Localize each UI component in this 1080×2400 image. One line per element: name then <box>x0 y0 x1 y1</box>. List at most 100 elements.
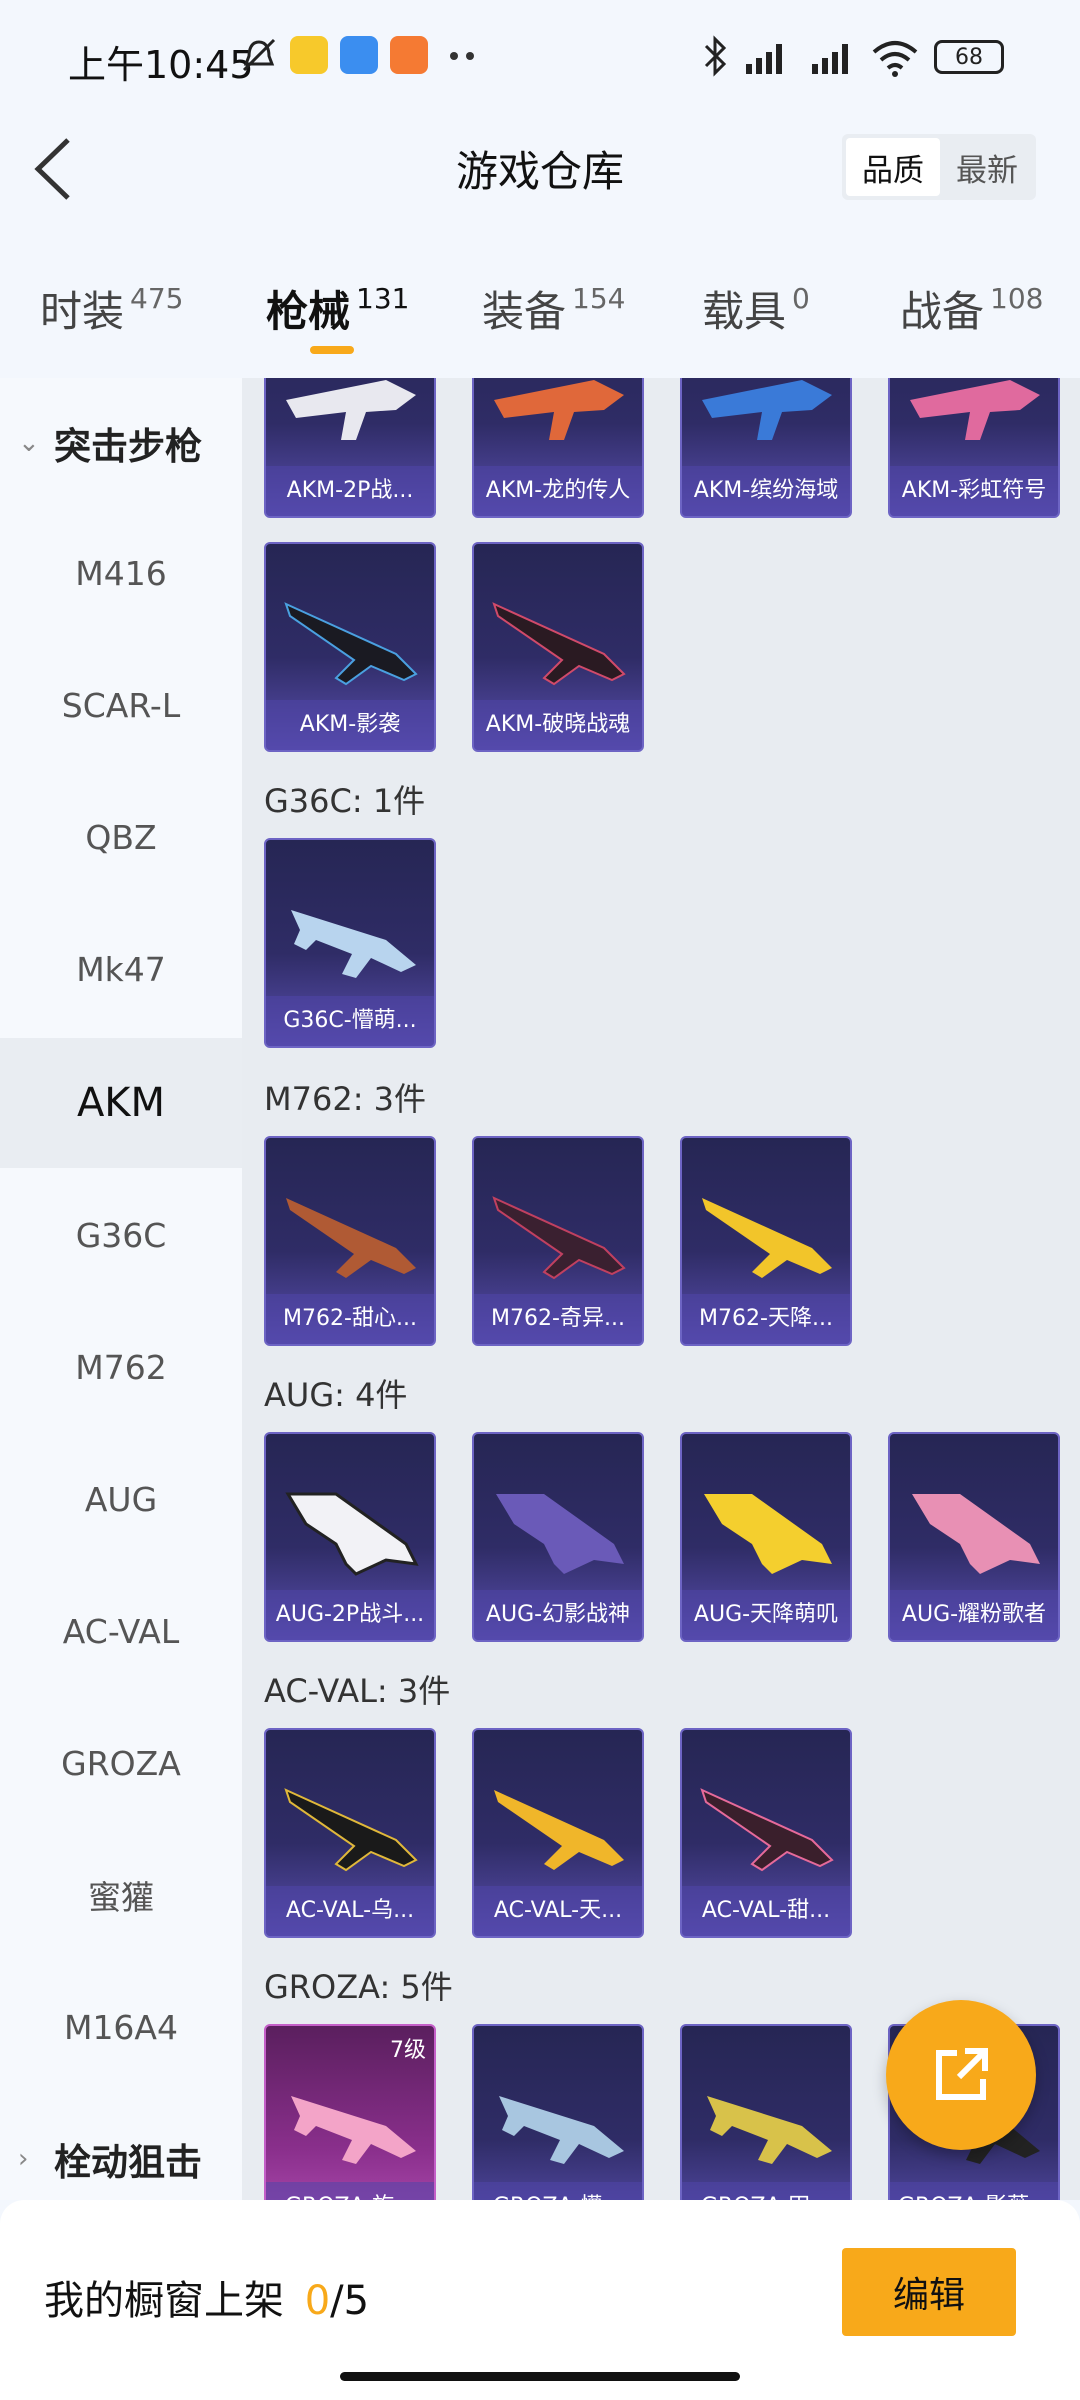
app-icon-yellow <box>290 36 328 74</box>
skin-name: AC-VAL-甜... <box>682 1886 850 1936</box>
weapon-skin-grid: AKM-2P战... AKM-龙的传人 AKM-缤纷海域 AKM-彩虹符号 AK… <box>242 378 1080 2200</box>
skin-card[interactable]: AKM-2P战... <box>264 378 436 518</box>
bell-off-icon <box>242 38 276 72</box>
skin-name: AKM-影袭 <box>266 700 434 750</box>
skin-card[interactable]: 7级 GROZA-旋... <box>264 2024 436 2200</box>
sidebar-category-label: 栓动狙击 <box>54 2141 202 2184</box>
skin-card[interactable]: AC-VAL-天... <box>472 1728 644 1938</box>
bluetooth-icon <box>704 35 727 77</box>
category-tabs: 时装 475 枪械 131 装备 154 载具 0 战备 108 <box>0 258 1080 378</box>
tab-vehicles[interactable]: 载具 0 <box>702 278 810 348</box>
skin-card[interactable]: AKM-彩虹符号 <box>888 378 1060 518</box>
sidebar-item-ac-val[interactable]: AC-VAL <box>0 1566 242 1696</box>
edit-button[interactable]: 编辑 <box>842 2248 1016 2336</box>
skin-name: G36C-懵萌... <box>266 996 434 1046</box>
skin-card[interactable]: AKM-影袭 <box>264 542 436 752</box>
weapon-sidebar: ⌄ 突击步枪 M416 SCAR-L QBZ Mk47 AKM G36C M76… <box>0 378 242 2200</box>
skin-card[interactable]: GROZA-田... <box>680 2024 852 2200</box>
tab-fashion[interactable]: 时装 475 <box>40 278 183 348</box>
gun-image <box>499 2096 624 2164</box>
tab-count: 131 <box>356 282 410 315</box>
sidebar-category-label: 突击步枪 <box>54 425 202 468</box>
tab-firearms[interactable]: 枪械 131 <box>266 278 409 348</box>
section-title-groza: GROZA: 5件 <box>264 1968 453 2006</box>
skin-card[interactable]: AKM-破晓战魂 <box>472 542 644 752</box>
section-title-aug: AUG: 4件 <box>264 1376 408 1414</box>
battery-level: 68 <box>955 44 983 70</box>
gun-image <box>284 1788 418 1872</box>
sort-quality-button[interactable]: 品质 <box>846 138 940 196</box>
skin-card[interactable]: AUG-天降萌叽 <box>680 1432 852 1642</box>
skin-name: GROZA-影薇... <box>890 2182 1058 2200</box>
tab-count: 154 <box>572 282 626 315</box>
sidebar-item-m762[interactable]: M762 <box>0 1302 242 1432</box>
skin-name: AKM-龙的传人 <box>474 466 642 516</box>
chevron-right-icon: › <box>18 2144 29 2174</box>
battery-icon: 68 <box>934 40 1004 74</box>
showcase-count: 0 <box>304 2278 331 2324</box>
sort-latest-button[interactable]: 最新 <box>942 138 1032 196</box>
gun-image <box>494 1790 624 1870</box>
sidebar-item-qbz[interactable]: QBZ <box>0 772 242 902</box>
sidebar-item-honey-badger[interactable]: 蜜獾 <box>0 1830 242 1960</box>
sidebar-item-akm[interactable]: AKM <box>0 1038 242 1168</box>
sidebar-item-mk47[interactable]: Mk47 <box>0 904 242 1034</box>
home-indicator[interactable] <box>340 2372 740 2381</box>
tab-label: 时装 <box>40 287 125 336</box>
gun-image <box>702 380 832 440</box>
sidebar-item-m16a4[interactable]: M16A4 <box>0 1962 242 2092</box>
skin-name: GROZA-田... <box>682 2182 850 2200</box>
status-time: 上午10:45 <box>68 43 254 87</box>
skin-name: AUG-耀粉歌者 <box>890 1590 1058 1640</box>
skin-card[interactable]: AUG-幻影战神 <box>472 1432 644 1642</box>
showcase-footer: 我的橱窗上架 0/5 编辑 <box>0 2200 1080 2400</box>
skin-card[interactable]: AC-VAL-甜... <box>680 1728 852 1938</box>
sidebar-item-g36c[interactable]: G36C <box>0 1170 242 1300</box>
skin-card[interactable]: G36C-懵萌... <box>264 838 436 1048</box>
sidebar-category-bolt-sniper[interactable]: › 栓动狙击 <box>0 2094 242 2200</box>
gun-image <box>702 1198 832 1278</box>
skin-card[interactable]: M762-奇异... <box>472 1136 644 1346</box>
skin-card[interactable]: AUG-2P战斗... <box>264 1432 436 1642</box>
share-external-icon <box>936 2048 988 2100</box>
sidebar-item-aug[interactable]: AUG <box>0 1434 242 1564</box>
skin-card[interactable]: AUG-耀粉歌者 <box>888 1432 1060 1642</box>
sidebar-item-scar-l[interactable]: SCAR-L <box>0 640 242 770</box>
sidebar-item-groza[interactable]: GROZA <box>0 1698 242 1828</box>
tab-label: 战备 <box>900 287 985 336</box>
skin-name: AC-VAL-天... <box>474 1886 642 1936</box>
gun-image <box>286 380 416 440</box>
skin-card[interactable]: AKM-缤纷海域 <box>680 378 852 518</box>
signal-hd-icon <box>812 44 848 74</box>
tab-label: 装备 <box>482 287 567 336</box>
tab-supplies[interactable]: 战备 108 <box>900 278 1043 348</box>
tab-label: 枪械 <box>266 287 351 336</box>
tab-count: 0 <box>792 282 810 315</box>
skin-name: AKM-破晓战魂 <box>474 700 642 750</box>
chevron-down-icon: ⌄ <box>18 428 40 458</box>
sidebar-category-assault-rifle[interactable]: ⌄ 突击步枪 <box>0 378 242 508</box>
share-fab-button[interactable] <box>886 2000 1036 2150</box>
signal-hd-icon <box>746 44 782 74</box>
gun-image <box>492 1196 626 1280</box>
skin-card[interactable]: AC-VAL-乌... <box>264 1728 436 1938</box>
sort-toggle: 品质 最新 <box>842 134 1036 200</box>
tab-equipment[interactable]: 装备 154 <box>482 278 625 348</box>
showcase-total: /5 <box>330 2278 370 2324</box>
gun-image <box>910 380 1040 440</box>
sidebar-item-m416[interactable]: M416 <box>0 508 242 638</box>
app-icon-blue <box>340 36 378 74</box>
tab-active-indicator <box>310 346 354 354</box>
skin-card[interactable]: M762-天降... <box>680 1136 852 1346</box>
gun-image <box>492 602 626 686</box>
tab-count: 108 <box>990 282 1044 315</box>
skin-card[interactable]: AKM-龙的传人 <box>472 378 644 518</box>
skin-card[interactable]: M762-甜心... <box>264 1136 436 1346</box>
section-title-ac-val: AC-VAL: 3件 <box>264 1672 451 1710</box>
skin-name: AUG-幻影战神 <box>474 1590 642 1640</box>
skin-name: M762-天降... <box>682 1294 850 1344</box>
skin-card[interactable]: GROZA-懵... <box>472 2024 644 2200</box>
showcase-label: 我的橱窗上架 <box>44 2278 284 2324</box>
status-bar: 上午10:45 68 <box>0 0 1080 118</box>
skin-name: GROZA-懵... <box>474 2182 642 2200</box>
